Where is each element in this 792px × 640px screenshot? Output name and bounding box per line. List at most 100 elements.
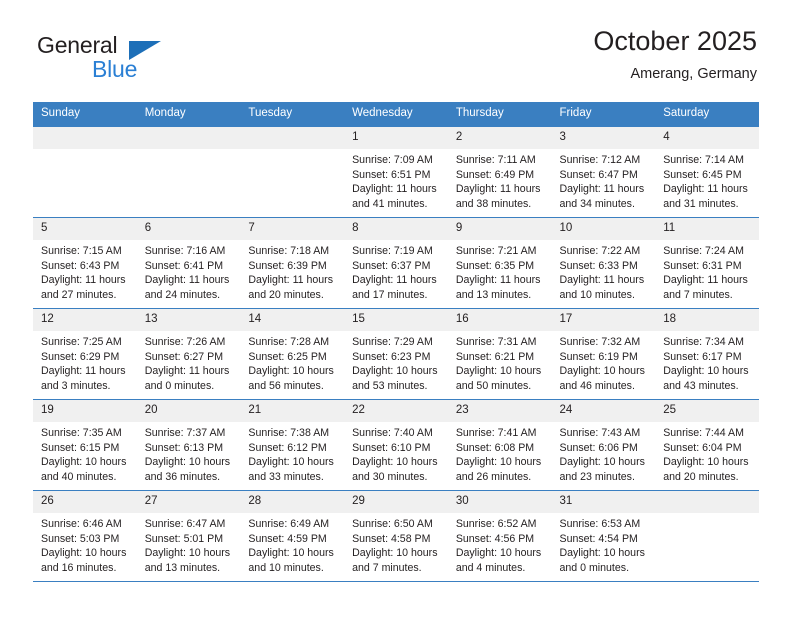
daylight-text-line2: and 43 minutes. [663, 379, 739, 392]
day-cell[interactable]: 19 Sunrise: 7:35 AM Sunset: 6:15 PM Dayl… [33, 399, 137, 491]
day-details: Sunrise: 7:25 AM Sunset: 6:29 PM Dayligh… [33, 331, 137, 393]
daylight-text-line2: and 3 minutes. [41, 379, 111, 392]
sunrise-text: Sunrise: 6:46 AM [41, 518, 122, 530]
sunset-text: Sunset: 6:21 PM [455, 350, 535, 363]
day-cell[interactable]: 6 Sunrise: 7:16 AM Sunset: 6:41 PM Dayli… [136, 217, 241, 309]
day-cell[interactable]: 9 Sunrise: 7:21 AM Sunset: 6:35 PM Dayli… [447, 217, 552, 309]
weekday-header-saturday: Saturday [655, 102, 759, 127]
day-cell[interactable]: 23 Sunrise: 7:41 AM Sunset: 6:08 PM Dayl… [447, 399, 552, 491]
sunset-text: Sunset: 4:54 PM [559, 532, 638, 545]
day-cell[interactable]: 10 Sunrise: 7:22 AM Sunset: 6:33 PM Dayl… [551, 217, 656, 309]
daylight-text-line2: and 26 minutes. [455, 470, 532, 483]
weekday-header-thursday: Thursday [447, 102, 552, 127]
day-cell[interactable]: 15 Sunrise: 7:29 AM Sunset: 6:23 PM Dayl… [344, 308, 448, 400]
daylight-text-line2: and 38 minutes. [455, 197, 532, 210]
daylight-text-line2: and 13 minutes. [455, 288, 532, 301]
sunrise-text: Sunrise: 7:43 AM [559, 427, 641, 439]
daylight-text-line2: and 53 minutes. [352, 379, 428, 392]
day-cell[interactable]: 7 Sunrise: 7:18 AM Sunset: 6:39 PM Dayli… [240, 217, 345, 309]
sunrise-text: Sunrise: 6:52 AM [455, 518, 537, 530]
daylight-text-line2: and 41 minutes. [352, 197, 428, 210]
day-number: 3 [551, 127, 656, 149]
day-cell[interactable]: 4 Sunrise: 7:14 AM Sunset: 6:45 PM Dayli… [655, 126, 759, 218]
daylight-text-line2: and 56 minutes. [248, 379, 324, 392]
daylight-text-line1: Daylight: 10 hours [559, 547, 645, 560]
day-cell[interactable]: 18 Sunrise: 7:34 AM Sunset: 6:17 PM Dayl… [655, 308, 759, 400]
day-cell[interactable]: 29 Sunrise: 6:50 AM Sunset: 4:58 PM Dayl… [344, 490, 448, 582]
day-number: 25 [655, 400, 759, 422]
sunrise-text: Sunrise: 7:38 AM [248, 427, 330, 439]
sunset-text: Sunset: 4:56 PM [455, 532, 535, 545]
day-cell[interactable]: 26 Sunrise: 6:46 AM Sunset: 5:03 PM Dayl… [33, 490, 137, 582]
day-cell[interactable]: 11 Sunrise: 7:24 AM Sunset: 6:31 PM Dayl… [655, 217, 759, 309]
sunrise-text: Sunrise: 7:37 AM [144, 427, 226, 439]
day-details: Sunrise: 7:16 AM Sunset: 6:41 PM Dayligh… [137, 240, 241, 302]
sunrise-text: Sunrise: 7:14 AM [663, 154, 744, 166]
sunset-text: Sunset: 6:47 PM [559, 168, 638, 181]
sunset-text: Sunset: 6:10 PM [352, 441, 431, 454]
day-cell[interactable]: 12 Sunrise: 7:25 AM Sunset: 6:29 PM Dayl… [33, 308, 137, 400]
daylight-text-line1: Daylight: 11 hours [559, 274, 645, 287]
day-cell[interactable]: 16 Sunrise: 7:31 AM Sunset: 6:21 PM Dayl… [447, 308, 552, 400]
sunrise-text: Sunrise: 7:16 AM [144, 245, 226, 257]
day-cell[interactable]: 13 Sunrise: 7:26 AM Sunset: 6:27 PM Dayl… [136, 308, 241, 400]
daylight-text-line2: and 24 minutes. [144, 288, 221, 301]
day-details: Sunrise: 7:43 AM Sunset: 6:06 PM Dayligh… [552, 422, 656, 484]
day-cell[interactable]: 14 Sunrise: 7:28 AM Sunset: 6:25 PM Dayl… [240, 308, 345, 400]
sunset-text: Sunset: 4:58 PM [352, 532, 431, 545]
daylight-text-line2: and 40 minutes. [41, 470, 117, 483]
day-number: 11 [655, 218, 759, 240]
day-cell[interactable]: 1 Sunrise: 7:09 AM Sunset: 6:51 PM Dayli… [344, 126, 448, 218]
day-cell[interactable]: 30 Sunrise: 6:52 AM Sunset: 4:56 PM Dayl… [447, 490, 552, 582]
day-number: 18 [655, 309, 759, 331]
day-details: Sunrise: 7:35 AM Sunset: 6:15 PM Dayligh… [33, 422, 137, 484]
daylight-text-line2: and 10 minutes. [559, 288, 635, 301]
day-cell[interactable]: 21 Sunrise: 7:38 AM Sunset: 6:12 PM Dayl… [240, 399, 345, 491]
daylight-text-line1: Daylight: 11 hours [144, 365, 230, 378]
sunset-text: Sunset: 6:25 PM [248, 350, 327, 363]
weekday-header-sunday: Sunday [33, 102, 137, 127]
sunset-text: Sunset: 6:49 PM [455, 168, 535, 181]
page-title: October 2025 [593, 26, 757, 56]
daylight-text-line2: and 17 minutes. [352, 288, 428, 301]
day-cell[interactable]: 24 Sunrise: 7:43 AM Sunset: 6:06 PM Dayl… [551, 399, 656, 491]
day-cell[interactable]: 2 Sunrise: 7:11 AM Sunset: 6:49 PM Dayli… [447, 126, 552, 218]
day-cell[interactable]: 27 Sunrise: 6:47 AM Sunset: 5:01 PM Dayl… [136, 490, 241, 582]
day-details: Sunrise: 7:14 AM Sunset: 6:45 PM Dayligh… [655, 149, 759, 211]
day-number: 21 [240, 400, 345, 422]
sunrise-text: Sunrise: 7:29 AM [352, 336, 433, 348]
sunset-text: Sunset: 6:27 PM [144, 350, 224, 363]
day-details: Sunrise: 7:29 AM Sunset: 6:23 PM Dayligh… [344, 331, 448, 393]
day-cell[interactable]: 8 Sunrise: 7:19 AM Sunset: 6:37 PM Dayli… [344, 217, 448, 309]
sunset-text: Sunset: 6:33 PM [559, 259, 638, 272]
calendar-page: General Blue October 2025 Amerang, Germa… [0, 26, 792, 640]
day-cell[interactable]: 20 Sunrise: 7:37 AM Sunset: 6:13 PM Dayl… [136, 399, 241, 491]
daylight-text-line1: Daylight: 10 hours [663, 365, 749, 378]
sunset-text: Sunset: 6:37 PM [352, 259, 431, 272]
day-details: Sunrise: 7:41 AM Sunset: 6:08 PM Dayligh… [448, 422, 552, 484]
weekday-header-row: Sunday Monday Tuesday Wednesday Thursday… [33, 102, 759, 127]
sunrise-text: Sunrise: 7:15 AM [41, 245, 122, 257]
daylight-text-line1: Daylight: 11 hours [455, 274, 541, 287]
day-cell[interactable]: 25 Sunrise: 7:44 AM Sunset: 6:04 PM Dayl… [655, 399, 759, 491]
general-blue-logo[interactable]: General Blue [37, 32, 267, 88]
day-cell[interactable]: 31 Sunrise: 6:53 AM Sunset: 4:54 PM Dayl… [551, 490, 656, 582]
day-cell[interactable]: 3 Sunrise: 7:12 AM Sunset: 6:47 PM Dayli… [551, 126, 656, 218]
day-cell[interactable]: 22 Sunrise: 7:40 AM Sunset: 6:10 PM Dayl… [344, 399, 448, 491]
sunrise-text: Sunrise: 7:28 AM [248, 336, 330, 348]
day-number: 29 [344, 491, 448, 513]
day-number: 17 [551, 309, 656, 331]
sunrise-text: Sunrise: 7:26 AM [144, 336, 226, 348]
calendar-body: 1 Sunrise: 7:09 AM Sunset: 6:51 PM Dayli… [33, 126, 759, 582]
day-number: 26 [33, 491, 137, 513]
sunset-text: Sunset: 4:59 PM [248, 532, 327, 545]
day-cell[interactable]: 5 Sunrise: 7:15 AM Sunset: 6:43 PM Dayli… [33, 217, 137, 309]
day-details: Sunrise: 7:44 AM Sunset: 6:04 PM Dayligh… [655, 422, 759, 484]
daylight-text-line1: Daylight: 11 hours [41, 274, 126, 287]
day-cell[interactable]: 28 Sunrise: 6:49 AM Sunset: 4:59 PM Dayl… [240, 490, 345, 582]
sunrise-text: Sunrise: 7:31 AM [455, 336, 537, 348]
day-cell[interactable]: 17 Sunrise: 7:32 AM Sunset: 6:19 PM Dayl… [551, 308, 656, 400]
day-details: Sunrise: 7:22 AM Sunset: 6:33 PM Dayligh… [552, 240, 656, 302]
logo-text-blue: Blue [92, 56, 138, 82]
day-details: Sunrise: 7:18 AM Sunset: 6:39 PM Dayligh… [240, 240, 344, 302]
